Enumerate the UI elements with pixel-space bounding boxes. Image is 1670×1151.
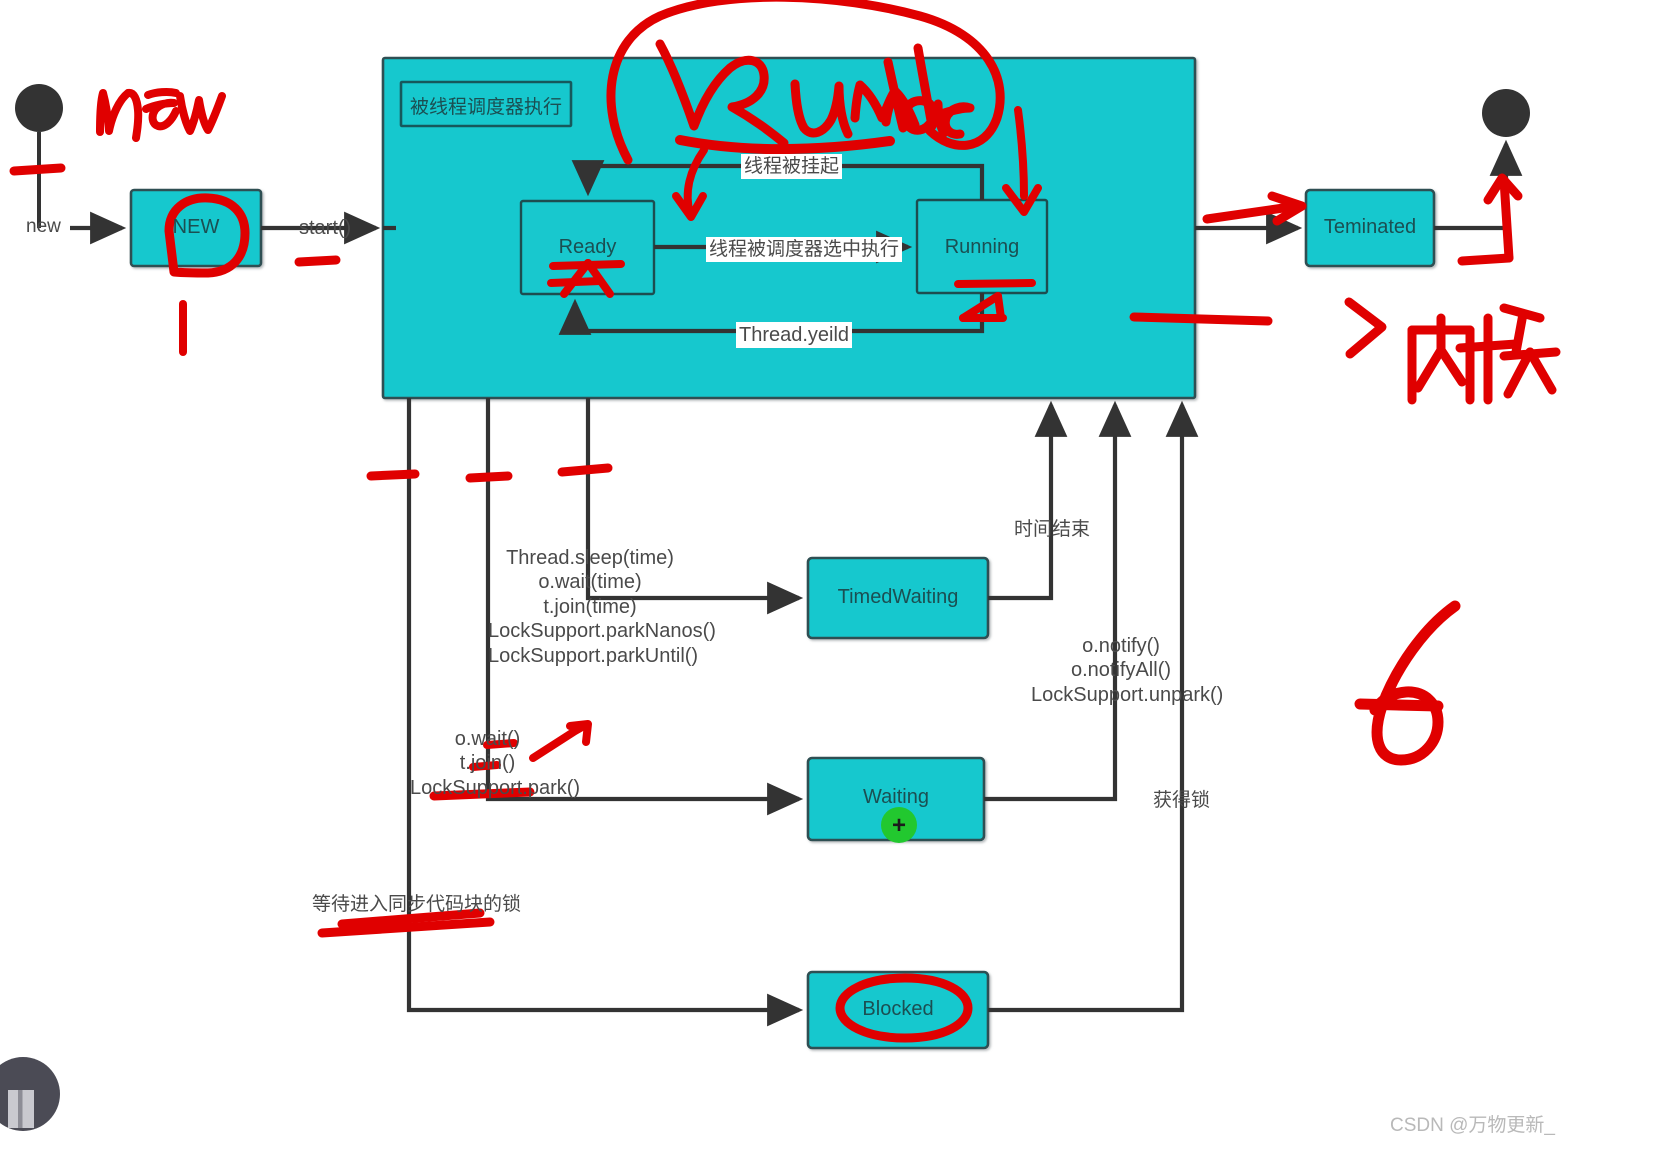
taskbar-app-glyph: [8, 1090, 34, 1128]
diagram-canvas: NEW 被线程调度器执行 Ready Running Teminated Tim…: [0, 0, 1670, 1151]
csdn-watermark: CSDN @万物更新_: [1390, 1115, 1555, 1136]
cursor-layer: [881, 807, 917, 843]
green-plus-cursor-circle: [881, 807, 917, 843]
